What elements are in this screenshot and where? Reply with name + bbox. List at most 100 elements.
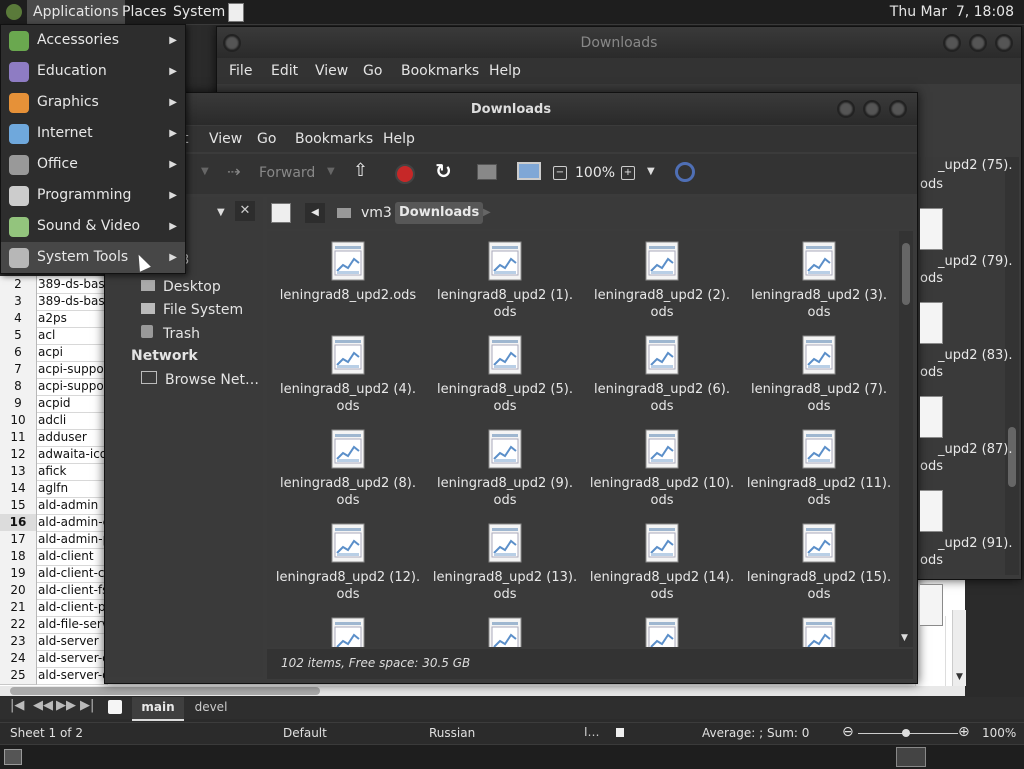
file-item[interactable]: leningrad8_upd2 (1). ods	[430, 241, 580, 333]
row-header[interactable]: 25	[0, 667, 37, 685]
clock[interactable]: Thu Mar 7, 18:08	[884, 0, 1020, 24]
spreadsheet-file-icon[interactable]	[920, 490, 943, 532]
file-item[interactable]: leningrad8_upd2 (13). ods	[430, 523, 580, 615]
table-cell[interactable]: 389-ds-bas	[37, 293, 108, 311]
table-cell[interactable]: ald-admin-c	[37, 514, 108, 532]
row-header[interactable]: 14	[0, 480, 37, 498]
first-sheet-icon[interactable]: |◀	[10, 698, 24, 713]
view-mode-dropdown-icon[interactable]: ▼	[647, 166, 655, 177]
row-header[interactable]: 7	[0, 361, 37, 379]
file-item[interactable]: leningrad8_upd2 (9). ods	[430, 429, 580, 521]
file-item[interactable]: leningrad8_upd2 (7). ods	[744, 335, 894, 427]
file-item[interactable]: leningrad8_upd2 (10). ods	[587, 429, 737, 521]
zoom-out-icon[interactable]: −	[553, 166, 567, 180]
table-cell[interactable]: ald-file-serv	[37, 616, 108, 634]
row-header[interactable]: 17	[0, 531, 37, 549]
sidebar-dropdown-icon[interactable]: ▼	[217, 207, 225, 218]
prev-sheet-icon[interactable]: ◀◀	[33, 698, 53, 713]
sidebar-item-browse-network[interactable]: Browse Net…	[141, 371, 259, 388]
path-segment-vm3[interactable]: vm3	[361, 205, 392, 221]
zoom-in-icon[interactable]: +	[621, 166, 635, 180]
file-item[interactable]	[744, 617, 894, 647]
spreadsheet-file-icon[interactable]	[920, 396, 943, 438]
sheet-vertical-scrollbar[interactable]: ▼	[952, 610, 966, 686]
back-scrollbar[interactable]	[1005, 157, 1019, 575]
back-dropdown-icon[interactable]: ▼	[201, 166, 209, 177]
table-cell[interactable]: a2ps	[37, 310, 108, 328]
forward-dropdown-icon[interactable]: ▼	[327, 166, 335, 177]
minimize-icon[interactable]	[837, 100, 855, 118]
table-cell[interactable]: ald-client-co	[37, 565, 108, 583]
table-cell[interactable]: adwaita-ico	[37, 446, 108, 464]
row-header[interactable]: 19	[0, 565, 37, 583]
window-list-icon[interactable]	[896, 747, 926, 767]
row-header[interactable]: 16	[0, 514, 37, 532]
file-item[interactable]: leningrad8_upd2 (15). ods	[744, 523, 894, 615]
edit-path-icon[interactable]	[271, 203, 291, 223]
show-desktop-icon[interactable]	[4, 749, 22, 765]
file-item[interactable]	[587, 617, 737, 647]
maximize-icon[interactable]	[969, 34, 987, 52]
search-icon[interactable]	[675, 162, 695, 182]
table-cell[interactable]: 389-ds-bas	[37, 276, 108, 294]
row-header[interactable]: 12	[0, 446, 37, 464]
sidebar-close-icon[interactable]: ✕	[235, 201, 255, 221]
sidebar-item-desktop[interactable]: Desktop	[141, 279, 221, 295]
file-item[interactable]: leningrad8_upd2 (8). ods	[273, 429, 423, 521]
row-header[interactable]: 8	[0, 378, 37, 396]
last-sheet-icon[interactable]: ▶|	[80, 698, 94, 713]
menu-view[interactable]: View	[315, 58, 348, 84]
table-cell[interactable]: acpi	[37, 344, 108, 362]
row-header[interactable]: 20	[0, 582, 37, 600]
table-cell[interactable]: ald-client-pa	[37, 599, 108, 617]
file-item[interactable]: leningrad8_upd2 (12). ods	[273, 523, 423, 615]
text-editor-launcher-icon[interactable]	[228, 3, 244, 22]
row-header[interactable]: 24	[0, 650, 37, 668]
file-item[interactable]: leningrad8_upd2 (4). ods	[273, 335, 423, 427]
menu-help[interactable]: Help	[489, 58, 521, 84]
computer-icon[interactable]	[517, 162, 541, 180]
file-item[interactable]	[273, 617, 423, 647]
forward-button[interactable]: Forward	[259, 165, 315, 181]
applications-menu[interactable]: Applications	[27, 0, 125, 24]
next-sheet-icon[interactable]: ▶▶	[56, 698, 76, 713]
row-header[interactable]: 4	[0, 310, 37, 328]
row-header[interactable]: 15	[0, 497, 37, 515]
table-cell[interactable]: adduser	[37, 429, 108, 447]
file-manager-window[interactable]: Downloads t View Go Bookmarks Help ▼ ⇢ F…	[104, 92, 918, 684]
menu-bookmarks[interactable]: Bookmarks	[295, 126, 373, 152]
path-scroll-left-icon[interactable]: ◀	[305, 203, 325, 223]
table-cell[interactable]: aglfn	[37, 480, 108, 498]
row-header[interactable]: 21	[0, 599, 37, 617]
up-icon[interactable]: ⇧	[353, 160, 368, 181]
close-icon[interactable]	[995, 34, 1013, 52]
spreadsheet-file-icon[interactable]	[920, 302, 943, 344]
stop-icon[interactable]	[395, 164, 415, 184]
minimize-icon[interactable]	[943, 34, 961, 52]
menu-item[interactable]: System Tools ▶	[1, 242, 185, 273]
file-item[interactable]: leningrad8_upd2 (14). ods	[587, 523, 737, 615]
row-header[interactable]: 10	[0, 412, 37, 430]
table-cell[interactable]: adcli	[37, 412, 108, 430]
path-scroll-right-icon[interactable]: ▶	[483, 207, 491, 218]
table-cell[interactable]: ald-server	[37, 633, 108, 651]
menu-item[interactable]: Accessories ▶	[1, 25, 185, 56]
row-header[interactable]: 6	[0, 344, 37, 362]
file-view-scrollbar[interactable]: ▼	[899, 231, 913, 647]
zoom-slider[interactable]	[858, 729, 958, 737]
table-cell[interactable]: ald-client	[37, 548, 108, 566]
window-titlebar[interactable]: Downloads	[105, 93, 917, 125]
file-icon-view[interactable]: leningrad8_upd2.ods leningrad8_upd2 (1). o…	[267, 231, 899, 647]
row-header[interactable]: 5	[0, 327, 37, 345]
menu-item[interactable]: Graphics ▶	[1, 87, 185, 118]
row-header[interactable]: 23	[0, 633, 37, 651]
page-style[interactable]: Default	[283, 726, 327, 740]
table-cell[interactable]: ald-server-c	[37, 650, 108, 668]
row-header[interactable]: 13	[0, 463, 37, 481]
spreadsheet-file-icon[interactable]	[920, 584, 943, 626]
zoom-in-icon[interactable]: ⊕	[958, 724, 970, 740]
table-cell[interactable]: ald-server-d	[37, 667, 108, 685]
table-cell[interactable]: acl	[37, 327, 108, 345]
menu-go[interactable]: Go	[257, 126, 276, 152]
sheet-tab-devel[interactable]: devel	[188, 697, 234, 719]
